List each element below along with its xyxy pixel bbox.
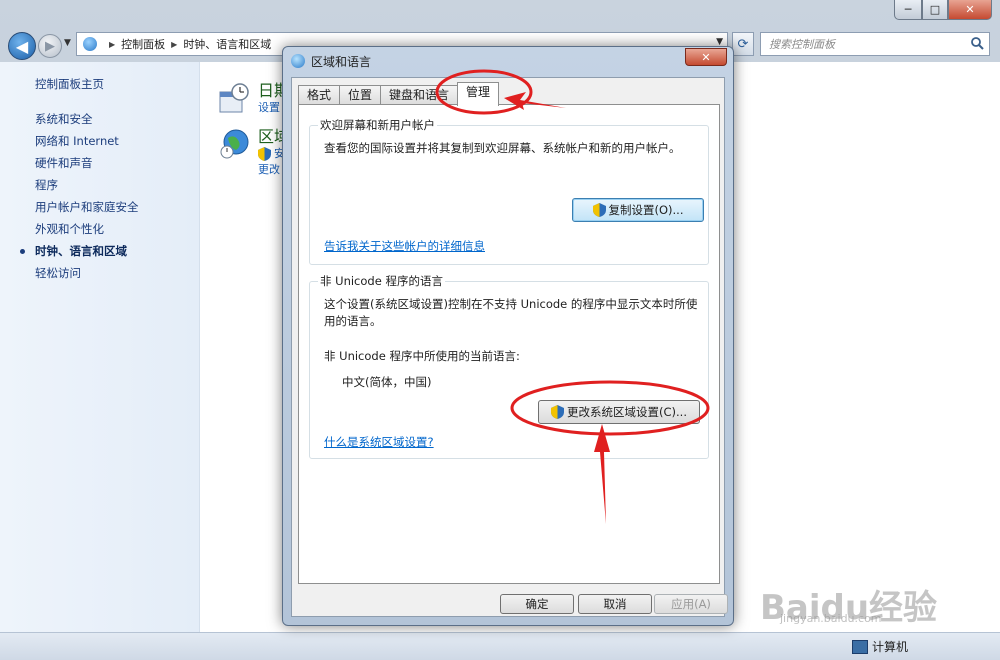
calendar-clock-icon — [219, 83, 249, 113]
copy-settings-button[interactable]: 复制设置(O)... — [572, 198, 704, 222]
breadcrumb-separator-icon[interactable]: ▶ — [171, 40, 177, 49]
ok-button[interactable]: 确定 — [500, 594, 574, 614]
what-is-system-locale-link[interactable]: 什么是系统区域设置? — [324, 434, 434, 450]
sidebar-item-system-security[interactable]: 系统和安全 — [35, 108, 139, 130]
sidebar-item-appearance[interactable]: 外观和个性化 — [35, 218, 139, 240]
dialog-title: 区域和语言 — [311, 54, 372, 69]
tab-administrative[interactable]: 管理 — [457, 82, 500, 106]
welcome-description: 查看您的国际设置并将其复制到欢迎屏幕、系统帐户和新的用户帐户。 — [324, 141, 681, 155]
refresh-icon[interactable]: ⟳ — [732, 32, 754, 56]
uac-shield-icon — [551, 405, 565, 419]
search-input[interactable]: 搜索控制面板 — [760, 32, 990, 56]
category-region[interactable]: 区域 安 更改 — [218, 128, 290, 178]
breadcrumb-separator-icon[interactable]: ▶ — [109, 40, 115, 49]
sidebar-home-link[interactable]: 控制面板主页 — [35, 76, 104, 92]
uac-shield-icon — [258, 147, 271, 161]
copy-settings-label: 复制设置(O)... — [608, 203, 684, 217]
account-details-link[interactable]: 告诉我关于这些帐户的详细信息 — [324, 238, 485, 254]
group-title: 欢迎屏幕和新用户帐户 — [318, 117, 437, 133]
tab-panel-administrative: 欢迎屏幕和新用户帐户 查看您的国际设置并将其复制到欢迎屏幕、系统帐户和新的用户帐… — [298, 104, 720, 584]
non-unicode-group: 非 Unicode 程序的语言 这个设置(系统区域设置)控制在不支持 Unico… — [309, 273, 709, 459]
category-date-time[interactable]: 日期 设置 — [218, 82, 290, 116]
cancel-button[interactable]: 取消 — [578, 594, 652, 614]
window-controls: ─ □ ✕ — [894, 0, 992, 20]
baidu-watermark-url: jingyan.baidu.com — [780, 612, 882, 625]
change-system-locale-button[interactable]: 更改系统区域设置(C)... — [538, 400, 700, 424]
tab-keyboards-languages[interactable]: 键盘和语言 — [380, 85, 459, 105]
sidebar-item-hardware[interactable]: 硬件和声音 — [35, 152, 139, 174]
globe-clock-icon — [220, 129, 249, 159]
globe-icon — [291, 54, 305, 68]
search-icon[interactable] — [970, 36, 984, 50]
description-line: 用的语言。 — [324, 314, 382, 328]
sidebar-item-network[interactable]: 网络和 Internet — [35, 130, 139, 152]
welcome-screen-group: 欢迎屏幕和新用户帐户 查看您的国际设置并将其复制到欢迎屏幕、系统帐户和新的用户帐… — [309, 117, 709, 265]
sidebar-item-ease-of-access[interactable]: 轻松访问 — [35, 262, 139, 284]
sidebar: 控制面板主页 系统和安全 网络和 Internet 硬件和声音 程序 用户帐户和… — [0, 62, 200, 632]
apply-button[interactable]: 应用(A) — [654, 594, 728, 614]
status-bar: 计算机 — [0, 632, 1000, 660]
tab-formats[interactable]: 格式 — [298, 85, 341, 105]
tab-location[interactable]: 位置 — [339, 85, 382, 105]
control-panel-icon — [83, 37, 97, 51]
group-title: 非 Unicode 程序的语言 — [318, 273, 445, 289]
status-computer: 计算机 — [852, 638, 908, 655]
uac-shield-icon — [592, 203, 606, 217]
forward-arrow-icon[interactable]: ▶ — [38, 34, 62, 58]
breadcrumb-clock-region[interactable]: 时钟、语言和区域 — [183, 36, 271, 52]
recent-pages-chevron-icon[interactable]: ▼ — [64, 38, 71, 48]
tab-strip: 格式 位置 键盘和语言 管理 — [298, 82, 500, 106]
search-placeholder: 搜索控制面板 — [769, 38, 835, 51]
minimize-button[interactable]: ─ — [894, 0, 922, 20]
current-language-value: 中文(简体，中国) — [342, 375, 432, 389]
sidebar-item-clock-region[interactable]: 时钟、语言和区域 — [20, 240, 139, 262]
sidebar-item-programs[interactable]: 程序 — [35, 174, 139, 196]
current-language-label: 非 Unicode 程序中所使用的当前语言: — [324, 349, 520, 363]
sidebar-item-user-accounts[interactable]: 用户帐户和家庭安全 — [35, 196, 139, 218]
dialog-body: 格式 位置 键盘和语言 管理 欢迎屏幕和新用户帐户 查看您的国际设置并将其复制到… — [291, 77, 728, 617]
dialog-titlebar[interactable]: 区域和语言 ✕ — [283, 47, 733, 75]
computer-icon — [852, 639, 868, 654]
status-computer-label: 计算机 — [872, 640, 909, 654]
non-unicode-description: 这个设置(系统区域设置)控制在不支持 Unicode 的程序中显示文本时所使 用… — [324, 296, 709, 330]
change-system-locale-label: 更改系统区域设置(C)... — [567, 405, 687, 419]
maximize-button[interactable]: □ — [922, 0, 948, 20]
sidebar-list: 系统和安全 网络和 Internet 硬件和声音 程序 用户帐户和家庭安全 外观… — [20, 108, 139, 284]
close-button[interactable]: ✕ — [948, 0, 992, 20]
region-language-dialog: 区域和语言 ✕ 格式 位置 键盘和语言 管理 欢迎屏幕和新用户帐户 查看您的国际… — [282, 46, 734, 626]
back-arrow-icon[interactable]: ◀ — [8, 32, 36, 60]
breadcrumb-control-panel[interactable]: 控制面板 — [121, 36, 165, 52]
dialog-close-button[interactable]: ✕ — [685, 48, 727, 66]
description-line: 这个设置(系统区域设置)控制在不支持 Unicode 的程序中显示文本时所使 — [324, 297, 698, 311]
